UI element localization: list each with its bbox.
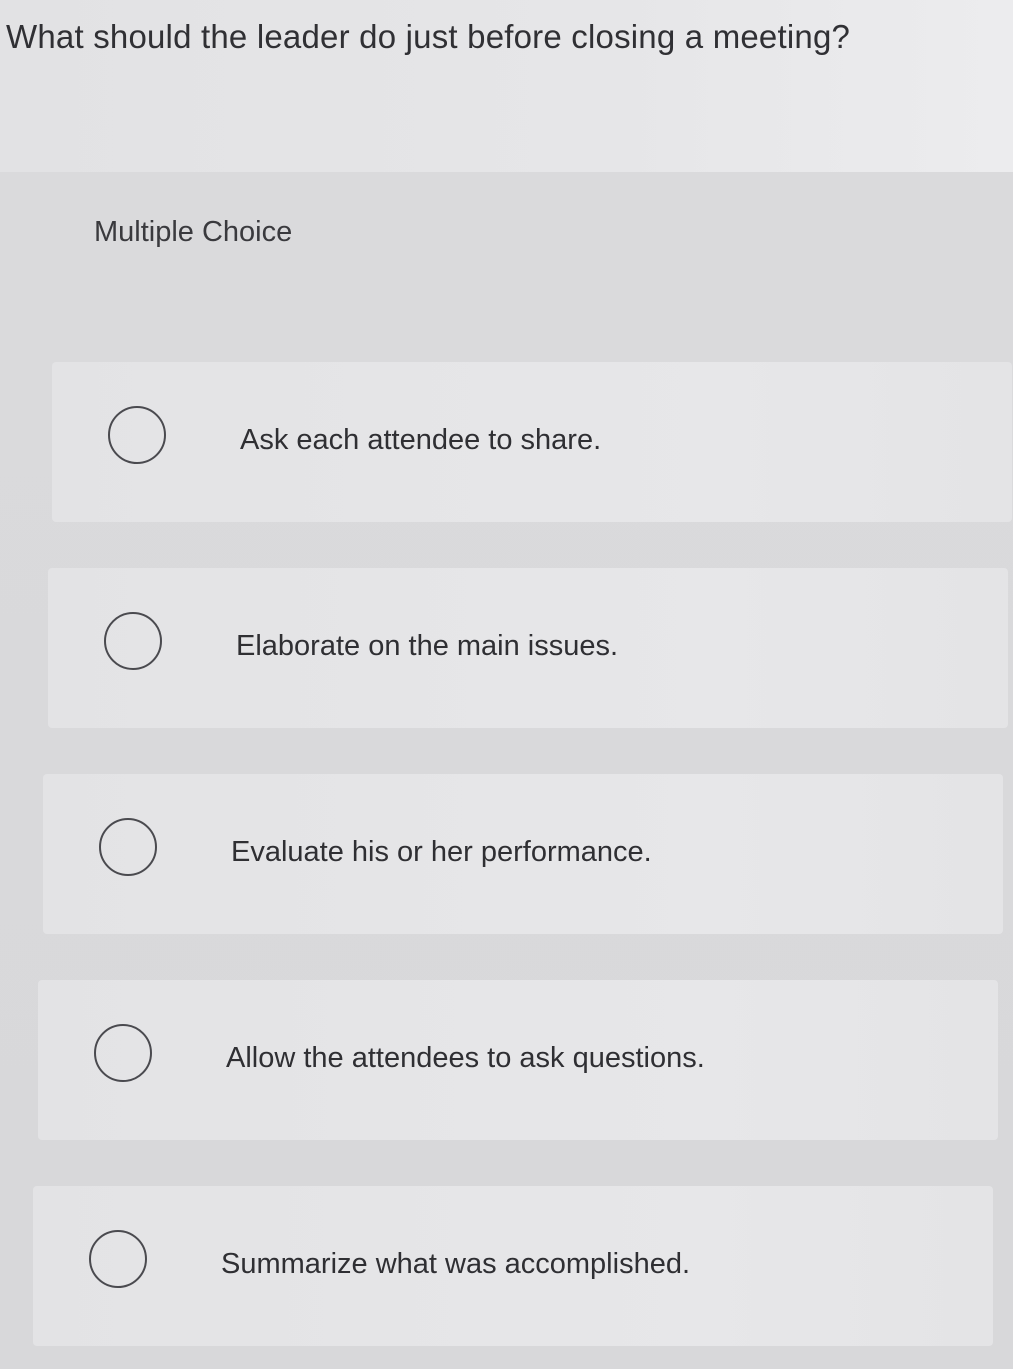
question-type-label: Multiple Choice — [94, 216, 293, 248]
answer-option-label: Evaluate his or her performance. — [231, 836, 652, 868]
answer-option-2[interactable]: Elaborate on the main issues. — [48, 568, 1008, 728]
radio-button-icon[interactable] — [108, 406, 166, 464]
radio-button-icon[interactable] — [104, 612, 162, 670]
answer-option-3[interactable]: Evaluate his or her performance. — [43, 774, 1003, 934]
answer-option-1[interactable]: Ask each attendee to share. — [52, 362, 1012, 522]
question-header: What should the leader do just before cl… — [0, 0, 1013, 172]
question-text: What should the leader do just before cl… — [6, 18, 851, 55]
radio-button-icon[interactable] — [99, 818, 157, 876]
answer-option-label: Allow the attendees to ask questions. — [226, 1042, 705, 1074]
answer-option-4[interactable]: Allow the attendees to ask questions. — [38, 980, 998, 1140]
answer-option-label: Summarize what was accomplished. — [221, 1248, 691, 1280]
answer-option-label: Ask each attendee to share. — [240, 424, 602, 456]
radio-button-icon[interactable] — [94, 1024, 152, 1082]
quiz-page: What should the leader do just before cl… — [0, 0, 1013, 1369]
answer-option-label: Elaborate on the main issues. — [236, 630, 619, 662]
radio-button-icon[interactable] — [89, 1230, 147, 1288]
answer-option-5[interactable]: Summarize what was accomplished. — [33, 1186, 993, 1346]
